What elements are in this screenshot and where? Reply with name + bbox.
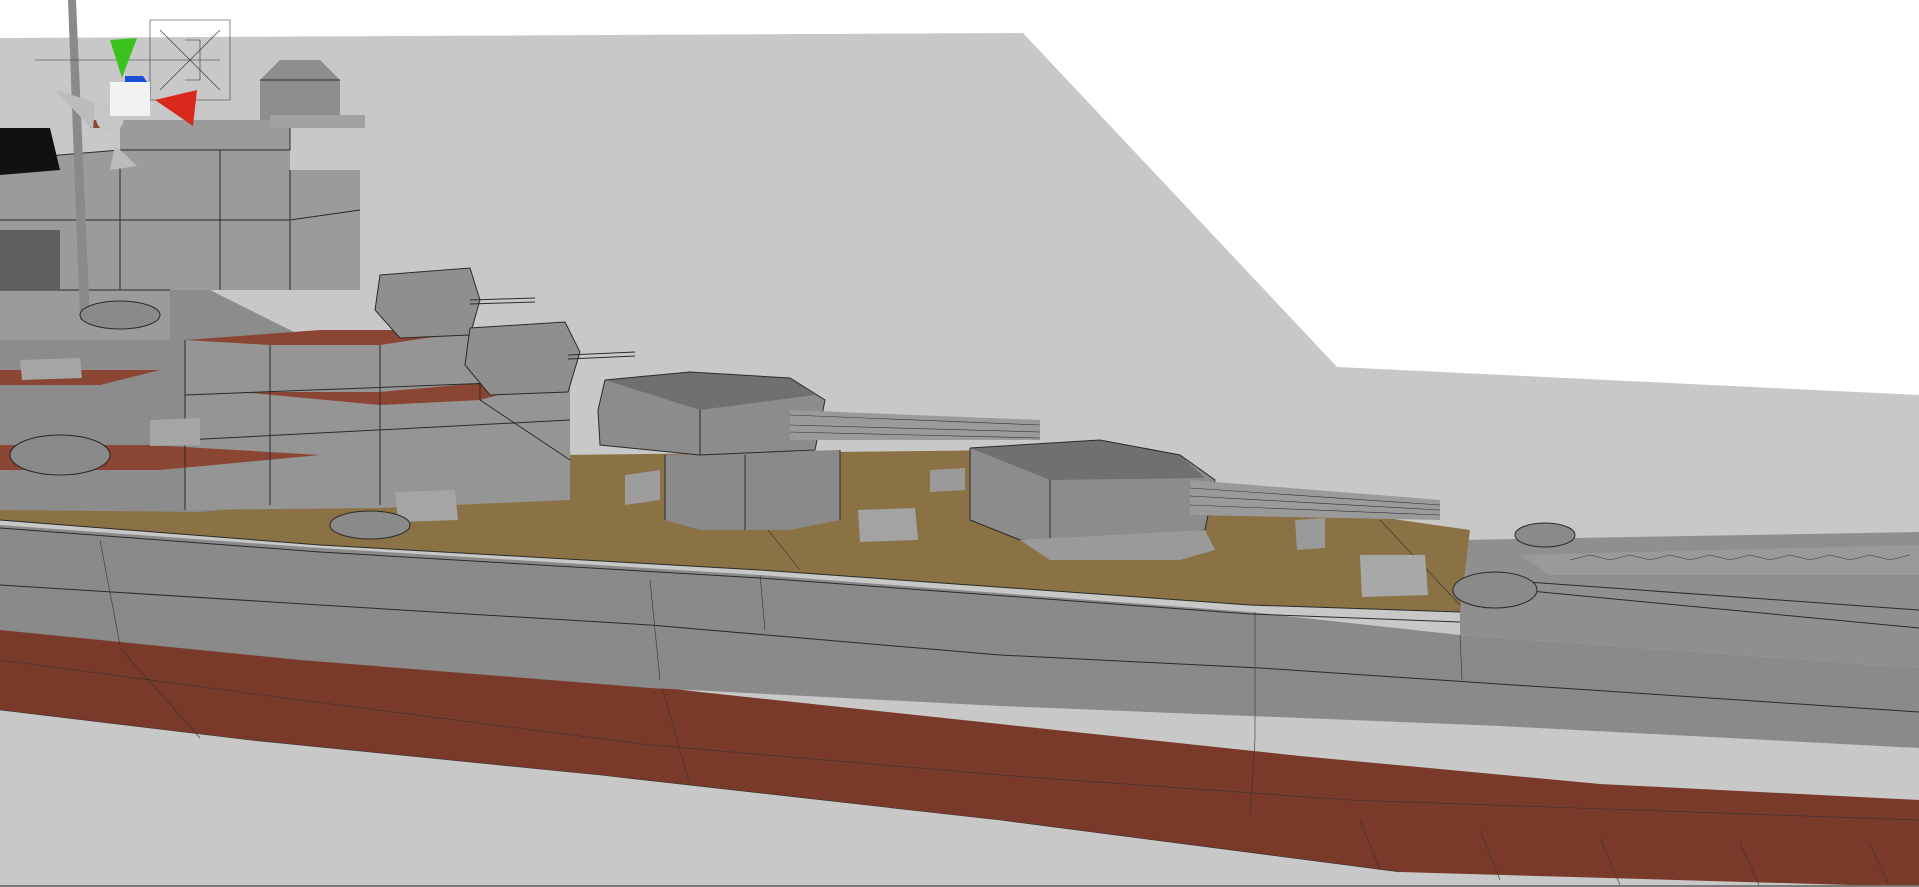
neg-y-axis-cone-icon[interactable] — [110, 145, 137, 170]
aa-mount-3 — [9, 434, 111, 476]
aa-mount-2 — [1514, 522, 1576, 548]
deck-box-4 — [395, 490, 458, 522]
deck-box-5 — [150, 418, 200, 446]
axis-center-cube-icon[interactable] — [110, 82, 150, 116]
rangefinder — [260, 60, 340, 120]
deck-box-2 — [858, 508, 918, 542]
deck-box-7 — [1295, 518, 1325, 550]
funnel-black — [0, 128, 60, 175]
deck-box-1 — [625, 470, 660, 505]
scene-viewport[interactable] — [0, 0, 1919, 887]
neg-x-axis-cone-icon[interactable] — [55, 90, 95, 130]
tower-platform — [270, 115, 365, 128]
aa-mount-4 — [79, 300, 161, 330]
deck-box-3 — [1360, 555, 1428, 597]
main-turret-b-barbette — [665, 450, 840, 530]
secondary-turret-2 — [465, 322, 580, 395]
x-axis-cone-icon[interactable] — [155, 90, 197, 126]
tower-shadow — [0, 230, 60, 290]
aa-mount-1 — [1452, 571, 1538, 609]
deck-box-8 — [930, 468, 965, 492]
battleship-model-view[interactable] — [0, 0, 1919, 887]
aa-mount-5 — [329, 510, 411, 540]
deck-box-6 — [20, 358, 82, 380]
y-axis-cone-icon[interactable] — [110, 38, 137, 78]
axis-gizmo[interactable] — [55, 30, 205, 170]
